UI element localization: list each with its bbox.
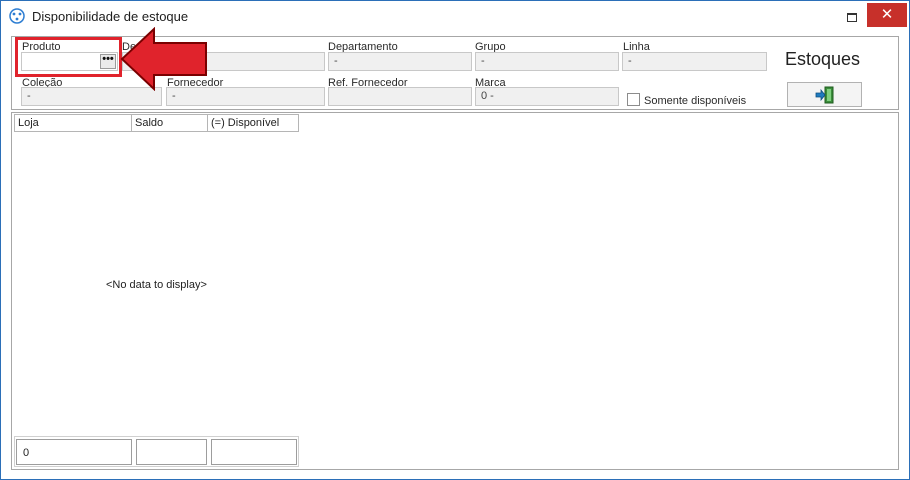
highlight-box xyxy=(15,37,122,77)
footer-saldo-total xyxy=(136,439,207,465)
departamento-field: - xyxy=(328,52,472,71)
close-button[interactable]: ✕ xyxy=(867,3,907,27)
exit-door-icon xyxy=(815,86,834,104)
window-title: Disponibilidade de estoque xyxy=(32,9,189,24)
footer-loja-total: 0 xyxy=(16,439,132,465)
exit-button[interactable] xyxy=(787,82,862,107)
estoques-title: Estoques xyxy=(785,49,861,69)
somente-disponiveis-checkbox[interactable] xyxy=(627,93,640,106)
no-data-message: <No data to display> xyxy=(106,279,207,291)
linha-field: - xyxy=(622,52,767,71)
marca-field: 0 - xyxy=(475,87,619,106)
stock-grid[interactable] xyxy=(11,112,899,470)
column-header-disponivel[interactable]: (=) Disponível xyxy=(207,114,299,132)
minimize-button[interactable] xyxy=(837,3,865,27)
pointer-arrow-icon xyxy=(120,27,207,91)
grupo-field: - xyxy=(475,52,619,71)
app-icon xyxy=(9,8,25,24)
ref-fornecedor-field xyxy=(328,87,472,106)
column-header-loja[interactable]: Loja xyxy=(14,114,132,132)
main-window: Disponibilidade de estoque ✕ Produto •••… xyxy=(0,0,910,480)
footer-disponivel-total xyxy=(211,439,297,465)
somente-disponiveis-label: Somente disponíveis xyxy=(644,95,747,107)
column-header-saldo[interactable]: Saldo xyxy=(131,114,208,132)
